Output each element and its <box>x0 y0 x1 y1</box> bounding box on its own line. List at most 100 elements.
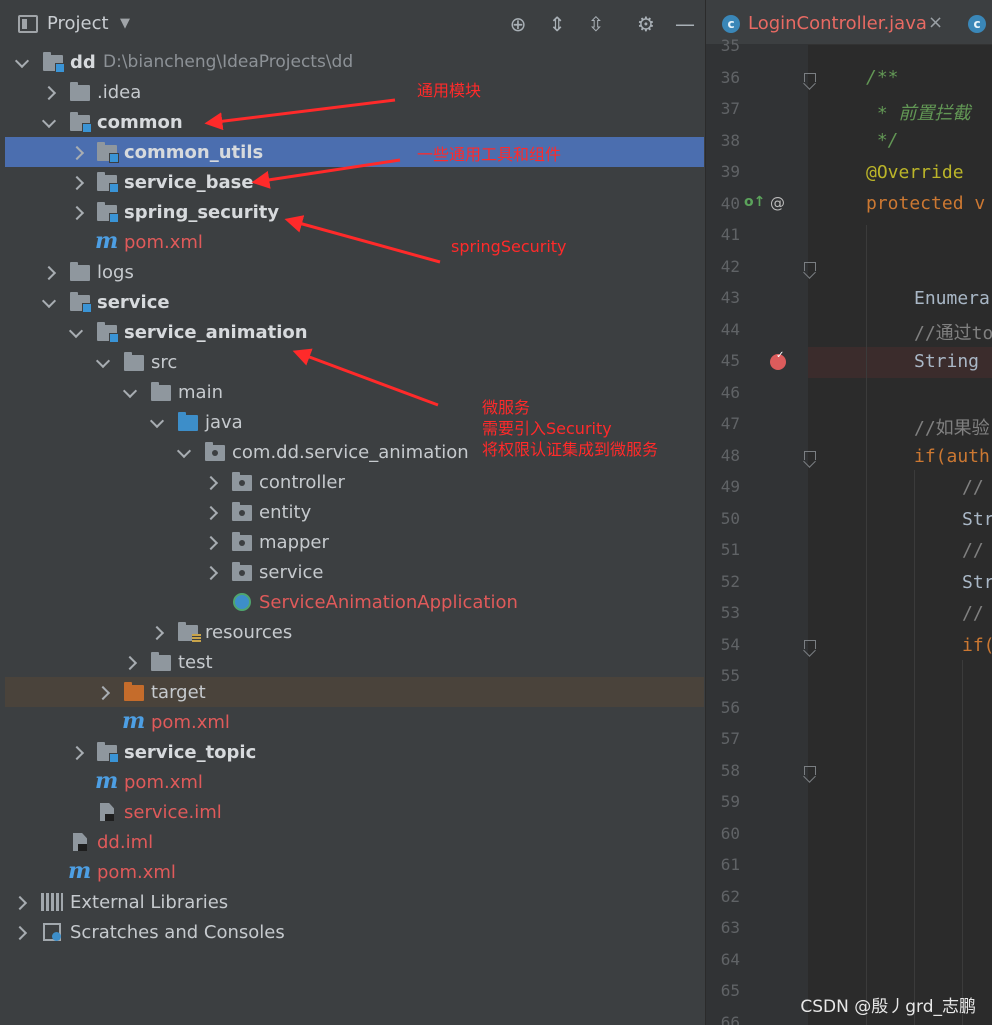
fold-icon[interactable] <box>804 640 816 652</box>
collapse-all-icon[interactable]: ⇳ <box>584 12 608 36</box>
line-number[interactable]: 37 <box>712 99 740 118</box>
expand-arrow-icon[interactable] <box>41 114 57 130</box>
collapse-arrow-icon[interactable] <box>71 204 87 220</box>
tree-node-test[interactable]: test <box>5 647 704 677</box>
tree-node-root-pom[interactable]: m pom.xml <box>5 857 704 887</box>
line-number[interactable]: 66 <box>712 1013 740 1025</box>
locate-icon[interactable]: ⊕ <box>506 12 530 36</box>
collapse-arrow-icon[interactable] <box>14 894 30 910</box>
line-number[interactable]: 43 <box>712 288 740 307</box>
line-number[interactable]: 36 <box>712 68 740 87</box>
line-number[interactable]: 45 <box>712 351 740 370</box>
line-number[interactable]: 59 <box>712 792 740 811</box>
fold-icon[interactable] <box>804 262 816 274</box>
collapse-arrow-icon[interactable] <box>205 564 221 580</box>
tree-node-target[interactable]: target <box>5 677 704 707</box>
fold-icon[interactable] <box>804 766 816 778</box>
line-number[interactable]: 65 <box>712 981 740 1000</box>
line-number[interactable]: 40 <box>712 194 740 213</box>
minimize-icon[interactable]: — <box>673 12 697 36</box>
code-line-36[interactable]: /** <box>866 67 899 88</box>
tree-node-mapper[interactable]: mapper <box>5 527 704 557</box>
collapse-arrow-icon[interactable] <box>43 264 59 280</box>
code-line-51[interactable]: // <box>962 540 984 561</box>
expand-all-icon[interactable]: ⇕ <box>545 12 569 36</box>
code-line-48[interactable]: if(auth <box>914 446 990 467</box>
code-line-45[interactable]: String <box>914 351 979 372</box>
close-icon[interactable]: × <box>928 12 943 33</box>
tree-node-service-pom[interactable]: m pom.xml <box>5 767 704 797</box>
line-number[interactable]: 47 <box>712 414 740 433</box>
tree-node-controller[interactable]: controller <box>5 467 704 497</box>
tree-node-animation-pom[interactable]: m pom.xml <box>5 707 704 737</box>
tree-node-service-iml[interactable]: service.iml <box>5 797 704 827</box>
tree-node-entity[interactable]: entity <box>5 497 704 527</box>
java-class-icon[interactable]: c <box>968 15 986 33</box>
code-line-50[interactable]: Str <box>962 509 992 530</box>
line-number[interactable]: 51 <box>712 540 740 559</box>
tree-node-resources[interactable]: resources <box>5 617 704 647</box>
tree-node-external-libraries[interactable]: External Libraries <box>5 887 704 917</box>
line-number[interactable]: 35 <box>712 36 740 55</box>
line-number[interactable]: 57 <box>712 729 740 748</box>
expand-arrow-icon[interactable] <box>95 354 111 370</box>
tree-node-common[interactable]: common <box>5 107 704 137</box>
tree-node-service-topic[interactable]: service_topic <box>5 737 704 767</box>
collapse-arrow-icon[interactable] <box>71 744 87 760</box>
line-number[interactable]: 54 <box>712 635 740 654</box>
line-number[interactable]: 56 <box>712 698 740 717</box>
tab-login-controller[interactable]: LoginController.java <box>748 13 927 34</box>
collapse-arrow-icon[interactable] <box>97 684 113 700</box>
line-number[interactable]: 50 <box>712 509 740 528</box>
line-number[interactable]: 42 <box>712 257 740 276</box>
tree-node-service[interactable]: service <box>5 287 704 317</box>
tree-node-logs[interactable]: logs <box>5 257 704 287</box>
collapse-arrow-icon[interactable] <box>14 924 30 940</box>
line-number[interactable]: 46 <box>712 383 740 402</box>
code-line-53[interactable]: // <box>962 603 984 624</box>
line-number[interactable]: 55 <box>712 666 740 685</box>
line-number[interactable]: 61 <box>712 855 740 874</box>
project-view-selector[interactable]: Project <box>47 13 109 34</box>
tree-node-service-package[interactable]: service <box>5 557 704 587</box>
expand-arrow-icon[interactable] <box>122 384 138 400</box>
tree-node-common-utils[interactable]: common_utils <box>5 137 704 167</box>
annotation-marker-icon[interactable]: @ <box>770 194 785 212</box>
line-number[interactable]: 52 <box>712 572 740 591</box>
expand-arrow-icon[interactable] <box>176 444 192 460</box>
collapse-arrow-icon[interactable] <box>205 534 221 550</box>
expand-arrow-icon[interactable] <box>149 414 165 430</box>
line-number[interactable]: 53 <box>712 603 740 622</box>
code-line-49[interactable]: // <box>962 477 984 498</box>
tree-node-service-base[interactable]: service_base <box>5 167 704 197</box>
fold-icon[interactable] <box>804 451 816 463</box>
tree-node-spring-security[interactable]: spring_security <box>5 197 704 227</box>
line-number[interactable]: 63 <box>712 918 740 937</box>
line-number[interactable]: 60 <box>712 824 740 843</box>
tree-node-src[interactable]: src <box>5 347 704 377</box>
tree-node-application-class[interactable]: ServiceAnimationApplication <box>5 587 704 617</box>
collapse-arrow-icon[interactable] <box>205 504 221 520</box>
code-line-44[interactable]: //通过to <box>914 319 992 345</box>
code-line-52[interactable]: Str <box>962 572 992 593</box>
line-number[interactable]: 64 <box>712 950 740 969</box>
tree-node-common-pom[interactable]: m pom.xml <box>5 227 704 257</box>
line-number[interactable]: 39 <box>712 162 740 181</box>
line-number[interactable]: 48 <box>712 446 740 465</box>
chevron-down-icon[interactable]: ▼ <box>120 16 130 31</box>
collapse-arrow-icon[interactable] <box>71 174 87 190</box>
line-number[interactable]: 41 <box>712 225 740 244</box>
code-line-37[interactable]: * 前置拦截 <box>866 99 971 125</box>
code-line-54[interactable]: if( <box>962 635 992 656</box>
expand-arrow-icon[interactable] <box>68 324 84 340</box>
collapse-arrow-icon[interactable] <box>205 474 221 490</box>
code-line-43[interactable]: Enumera <box>914 288 990 309</box>
code-line-40[interactable]: protected v <box>866 193 985 214</box>
tree-node-dd[interactable]: dd D:\biancheng\IdeaProjects\dd <box>5 47 704 77</box>
gear-icon[interactable]: ⚙ <box>634 12 658 36</box>
fold-icon[interactable] <box>804 73 816 85</box>
collapse-arrow-icon[interactable] <box>151 624 167 640</box>
override-marker-icon[interactable]: o↑ <box>744 194 765 210</box>
code-line-47[interactable]: //如果验 <box>914 414 990 440</box>
line-number[interactable]: 38 <box>712 131 740 150</box>
